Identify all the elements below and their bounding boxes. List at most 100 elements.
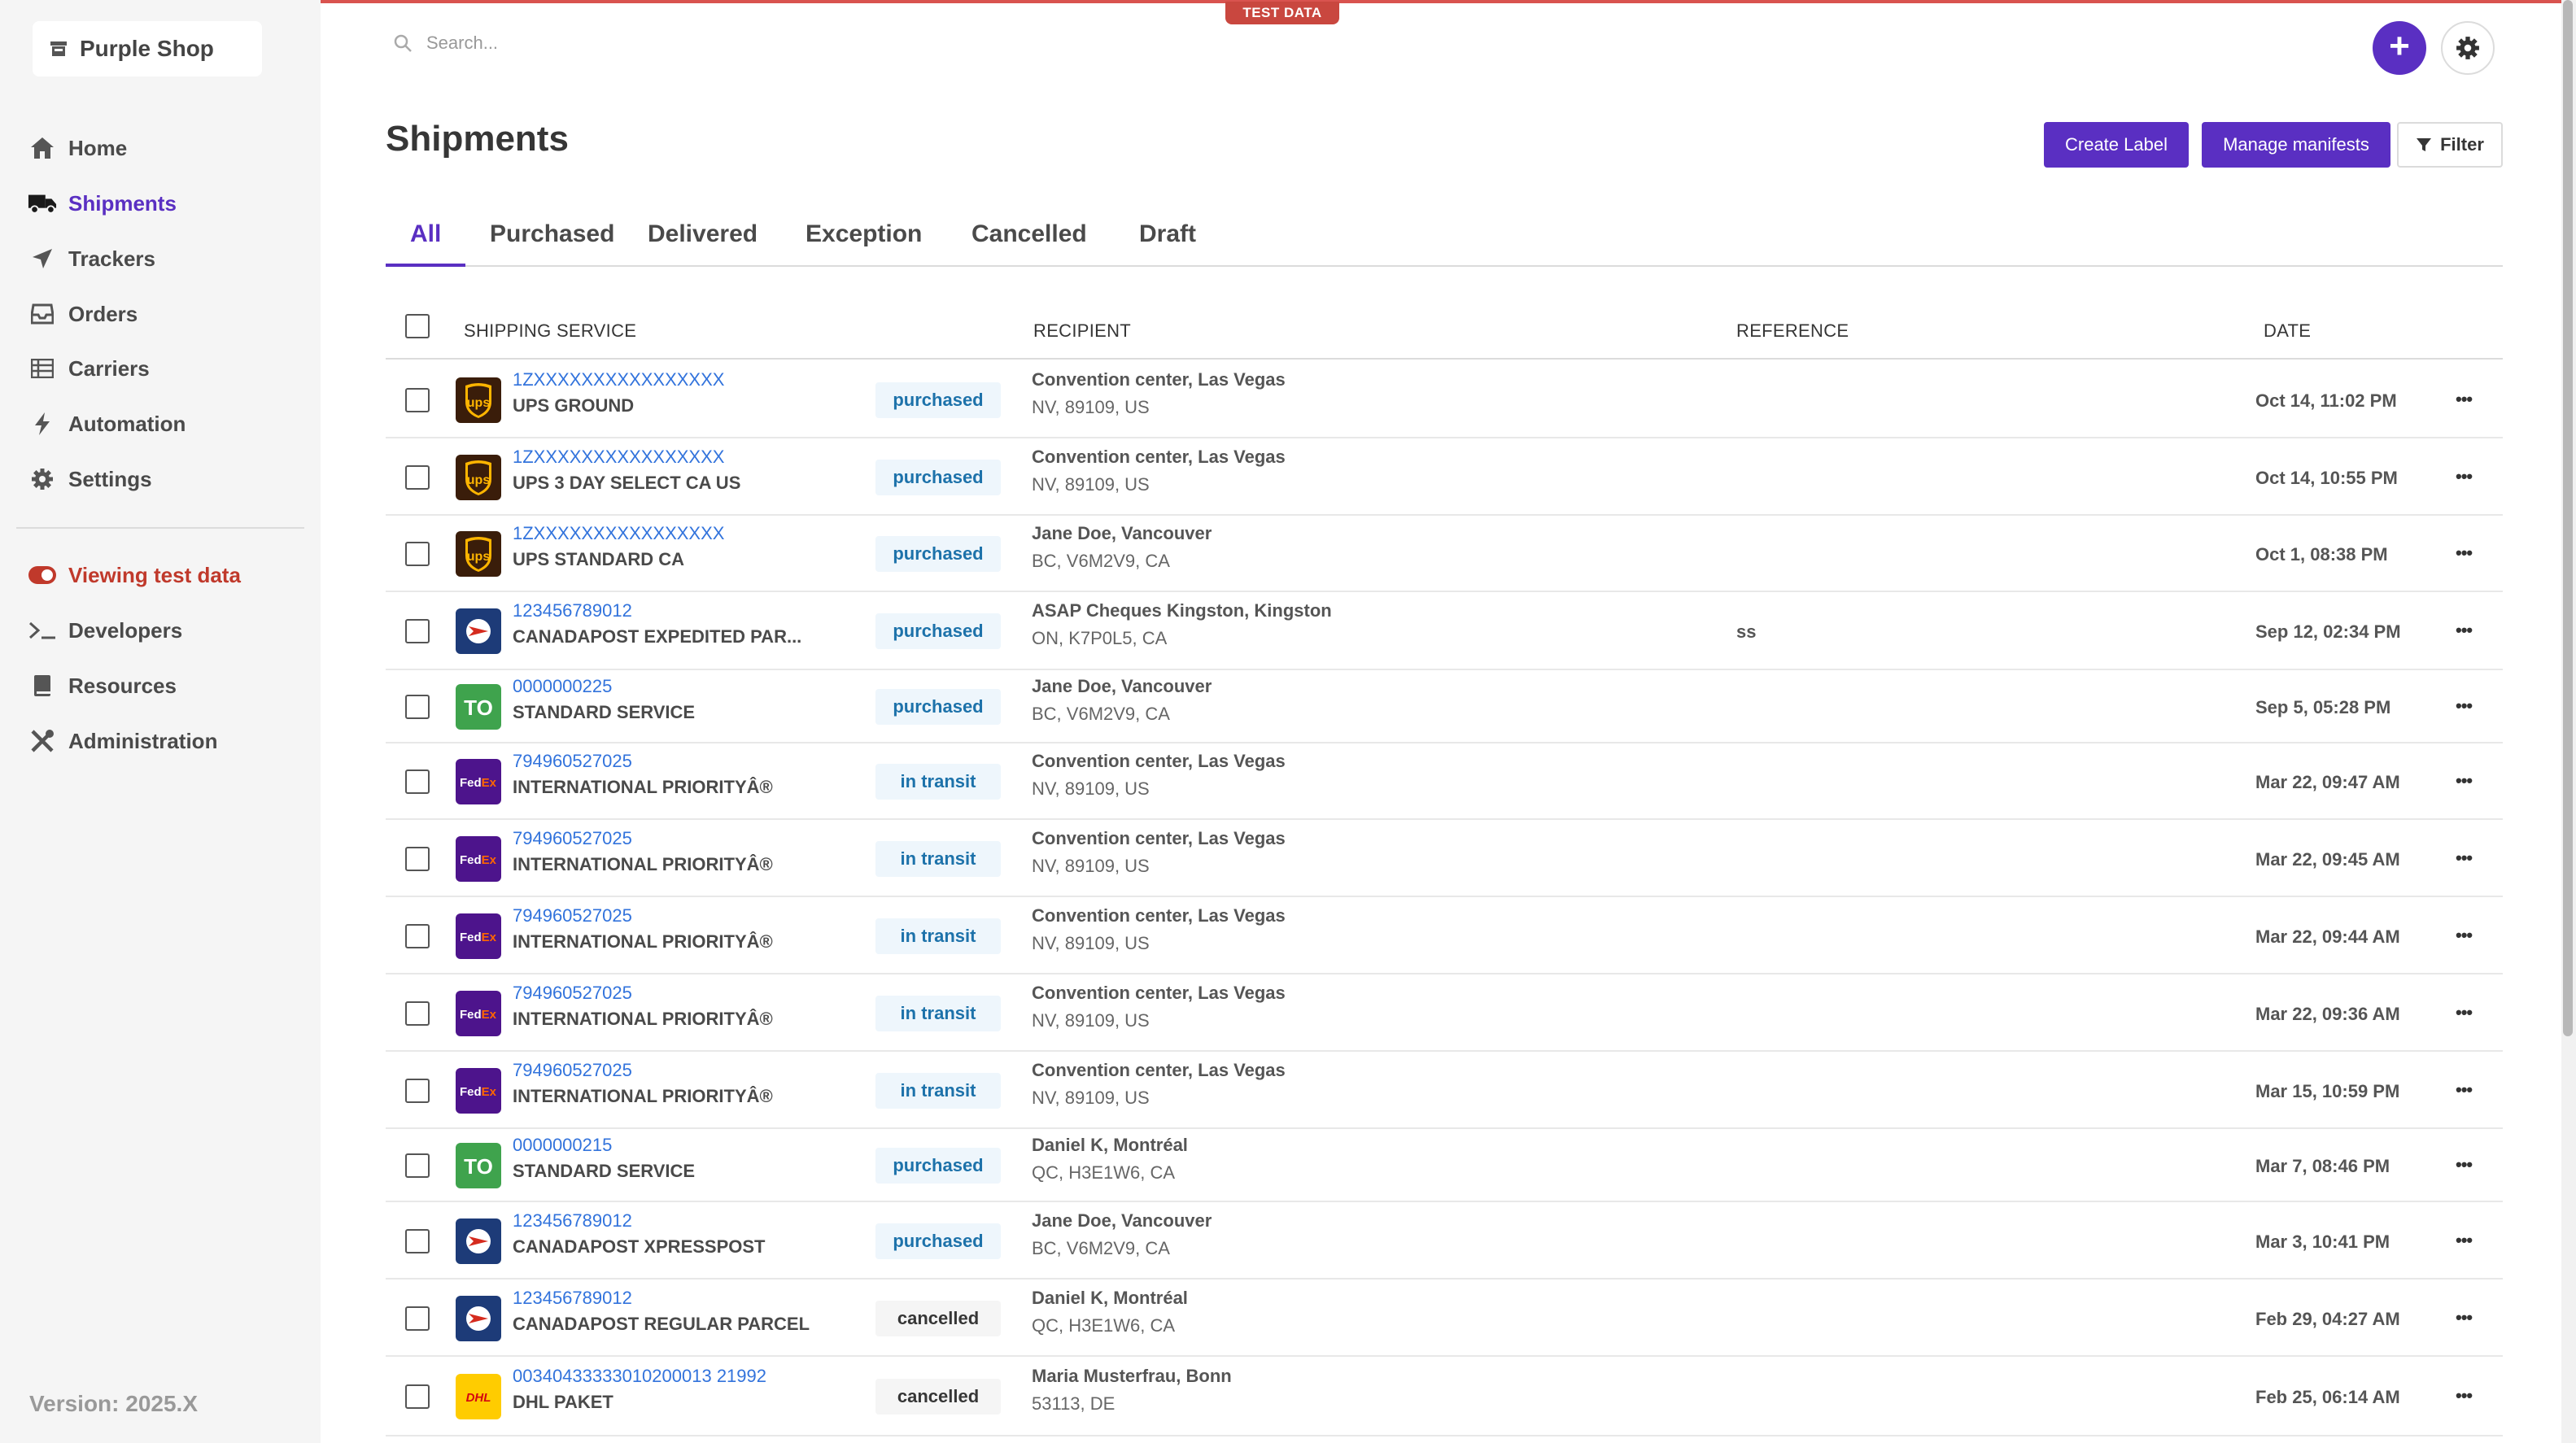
canadapost-logo — [456, 1295, 501, 1341]
status-badge: cancelled — [875, 1300, 1001, 1336]
table-row[interactable]: ups 1ZXXXXXXXXXXXXXXXX UPS STANDARD CA p… — [386, 516, 2503, 592]
row-checkbox[interactable] — [405, 846, 430, 871]
search-bar[interactable]: Search... — [394, 33, 498, 54]
row-checkbox[interactable] — [405, 1001, 430, 1026]
more-actions-icon[interactable]: ••• — [2456, 620, 2473, 641]
settings-button[interactable] — [2441, 21, 2495, 75]
row-checkbox[interactable] — [405, 387, 430, 412]
shipment-date: Mar 22, 09:44 AM — [2255, 926, 2400, 947]
row-checkbox[interactable] — [405, 1153, 430, 1178]
tab-exception[interactable]: Exception — [781, 218, 946, 267]
more-actions-icon[interactable]: ••• — [2456, 1154, 2473, 1175]
more-actions-icon[interactable]: ••• — [2456, 1385, 2473, 1406]
more-actions-icon[interactable]: ••• — [2456, 466, 2473, 487]
tracking-number-link[interactable]: 123456789012 — [513, 1288, 632, 1309]
table-row[interactable]: 123456789012 CANADAPOST EXPEDITED PAR...… — [386, 592, 2503, 670]
recipient-address: NV, 89109, US — [1032, 1087, 1150, 1108]
tracking-number-link[interactable]: 0000000225 — [513, 676, 612, 697]
sidebar-item-settings[interactable]: Settings — [28, 459, 152, 499]
tab-draft[interactable]: Draft — [1115, 218, 1220, 267]
tab-all[interactable]: All — [386, 218, 466, 267]
sidebar-item-orders[interactable]: Orders — [28, 294, 138, 334]
tracking-number-link[interactable]: 0000000215 — [513, 1135, 612, 1156]
table-row[interactable]: TO 0000000225 STANDARD SERVICE purchased… — [386, 670, 2503, 743]
sidebar-item-carriers[interactable]: Carriers — [28, 348, 150, 389]
more-actions-icon[interactable]: ••• — [2456, 1307, 2473, 1328]
svg-text:FedEx: FedEx — [460, 776, 497, 790]
more-actions-icon[interactable]: ••• — [2456, 389, 2473, 410]
tracking-number-link[interactable]: 794960527025 — [513, 828, 632, 849]
table-row[interactable]: FedEx 794960527025 INTERNATIONAL PRIORIT… — [386, 897, 2503, 974]
inbox-icon — [28, 299, 57, 329]
sidebar-item-resources[interactable]: Resources — [28, 665, 177, 706]
tracking-number-link[interactable]: 00340433333010200013 21992 — [513, 1366, 766, 1387]
status-badge: cancelled — [875, 1379, 1001, 1415]
row-checkbox[interactable] — [405, 1306, 430, 1331]
more-actions-icon[interactable]: ••• — [2456, 695, 2473, 717]
sidebar-item-automation[interactable]: Automation — [28, 403, 186, 444]
table-row[interactable]: DHL 00340433333010200013 21992 DHL PAKET… — [386, 1357, 2503, 1436]
search-input[interactable]: Search... — [426, 33, 498, 54]
sidebar-item-shipments[interactable]: Shipments — [28, 183, 177, 224]
manage-manifests-button[interactable]: Manage manifests — [2202, 122, 2390, 168]
row-checkbox[interactable] — [405, 695, 430, 719]
more-actions-icon[interactable]: ••• — [2456, 543, 2473, 564]
tracking-number-link[interactable]: 123456789012 — [513, 1210, 632, 1232]
test-mode-toggle[interactable]: Viewing test data — [28, 555, 241, 595]
tracking-number-link[interactable]: 794960527025 — [513, 1060, 632, 1081]
table-row[interactable]: ups 1ZXXXXXXXXXXXXXXXX UPS GROUND purcha… — [386, 361, 2503, 438]
fedex-logo: FedEx — [456, 990, 501, 1036]
more-actions-icon[interactable]: ••• — [2456, 1230, 2473, 1251]
tracking-number-link[interactable]: 794960527025 — [513, 905, 632, 926]
sidebar-item-trackers[interactable]: Trackers — [28, 238, 155, 279]
row-checkbox[interactable] — [405, 542, 430, 566]
page-title: Shipments — [386, 119, 569, 159]
tab-delivered[interactable]: Delivered — [623, 218, 782, 267]
column-header-reference: REFERENCE — [1736, 320, 1849, 341]
tab-purchased[interactable]: Purchased — [465, 218, 639, 267]
row-checkbox[interactable] — [405, 1228, 430, 1253]
tracking-number-link[interactable]: 1ZXXXXXXXXXXXXXXXX — [513, 523, 724, 544]
bolt-icon — [28, 409, 57, 438]
sidebar-item-home[interactable]: Home — [28, 128, 127, 168]
row-checkbox[interactable] — [405, 464, 430, 490]
more-actions-icon[interactable]: ••• — [2456, 925, 2473, 946]
shipment-date: Mar 22, 09:36 AM — [2255, 1003, 2400, 1024]
app-version: Version: 2025.X — [29, 1391, 199, 1416]
row-checkbox[interactable] — [405, 923, 430, 948]
tracking-number-link[interactable]: 1ZXXXXXXXXXXXXXXXX — [513, 369, 724, 390]
table-row[interactable]: ups 1ZXXXXXXXXXXXXXXXX UPS 3 DAY SELECT … — [386, 438, 2503, 516]
table-row[interactable]: FedEx 794960527025 INTERNATIONAL PRIORIT… — [386, 820, 2503, 897]
tracking-number-link[interactable]: 794960527025 — [513, 983, 632, 1004]
row-checkbox[interactable] — [405, 1078, 430, 1103]
sidebar-item-developers[interactable]: Developers — [28, 610, 182, 651]
more-actions-icon[interactable]: ••• — [2456, 1002, 2473, 1023]
filter-button[interactable]: Filter — [2397, 122, 2503, 168]
toggle-icon — [28, 560, 57, 590]
status-badge: purchased — [875, 1223, 1001, 1259]
row-checkbox[interactable] — [405, 1384, 430, 1409]
scrollbar-thumb[interactable] — [2563, 0, 2573, 1036]
row-checkbox[interactable] — [405, 619, 430, 643]
shop-switcher[interactable]: Purple Shop — [33, 21, 262, 76]
table-row[interactable]: FedEx 794960527025 INTERNATIONAL PRIORIT… — [386, 974, 2503, 1052]
create-label-button[interactable]: Create Label — [2044, 122, 2189, 168]
select-all-checkbox[interactable] — [405, 314, 430, 338]
tracking-number-link[interactable]: 794960527025 — [513, 751, 632, 772]
table-row[interactable]: 123456789012 CANADAPOST XPRESSPOST purch… — [386, 1202, 2503, 1280]
table-row[interactable]: FedEx 794960527025 INTERNATIONAL PRIORIT… — [386, 1052, 2503, 1129]
table-row[interactable]: TO 0000000215 STANDARD SERVICE purchased… — [386, 1129, 2503, 1202]
row-checkbox[interactable] — [405, 769, 430, 794]
tracking-number-link[interactable]: 1ZXXXXXXXXXXXXXXXX — [513, 447, 724, 468]
table-row[interactable]: FedEx 794960527025 INTERNATIONAL PRIORIT… — [386, 743, 2503, 820]
shipment-date: Mar 3, 10:41 PM — [2255, 1231, 2390, 1252]
shop-name: Purple Shop — [80, 36, 214, 61]
sidebar-item-administration[interactable]: Administration — [28, 721, 217, 761]
table-row[interactable]: 123456789012 CANADAPOST REGULAR PARCEL c… — [386, 1280, 2503, 1357]
more-actions-icon[interactable]: ••• — [2456, 770, 2473, 791]
tracking-number-link[interactable]: 123456789012 — [513, 600, 632, 621]
tab-cancelled[interactable]: Cancelled — [947, 218, 1111, 267]
more-actions-icon[interactable]: ••• — [2456, 1079, 2473, 1101]
more-actions-icon[interactable]: ••• — [2456, 848, 2473, 869]
create-new-button[interactable]: + — [2373, 21, 2426, 75]
